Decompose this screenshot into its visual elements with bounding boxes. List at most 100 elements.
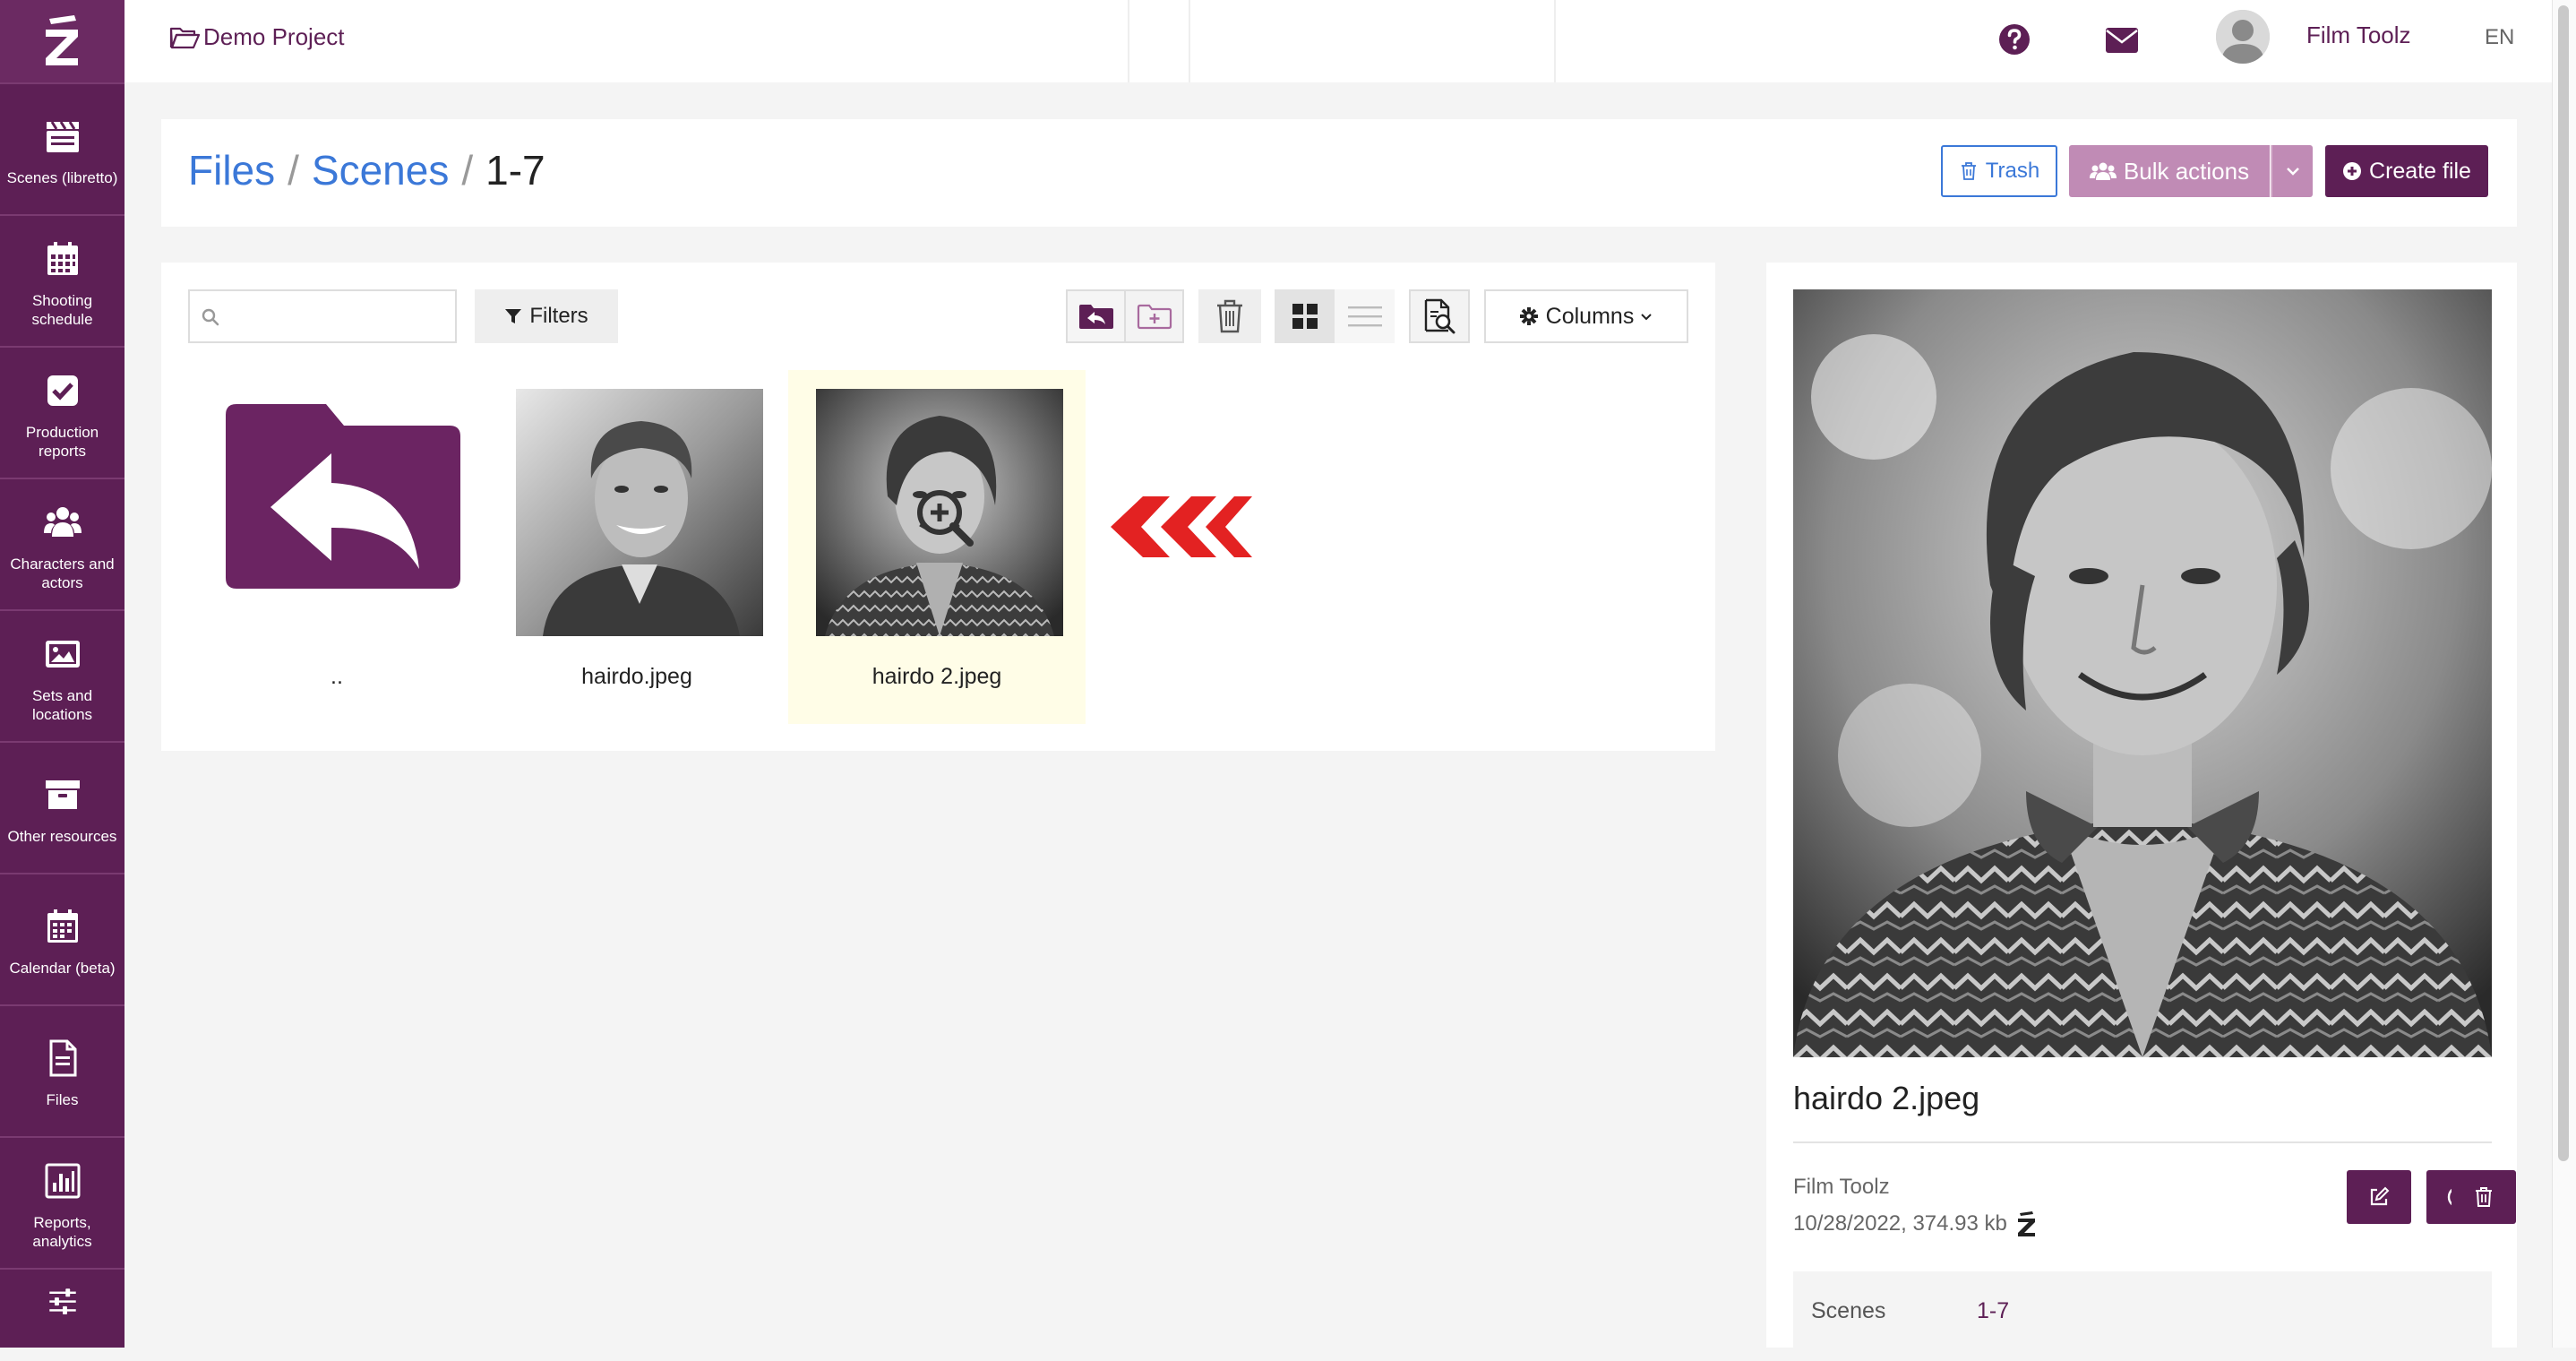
delete-button[interactable] (1198, 289, 1261, 343)
sidebar-item-files[interactable]: Files (0, 1004, 125, 1136)
sidebar-item-label: Sets and locations (31, 686, 93, 723)
sidebar-item-label: Scenes (libretto) (6, 169, 118, 186)
filters-label: Filters (529, 304, 588, 328)
preview-toggle-button[interactable] (1409, 289, 1470, 343)
file-tile-selected[interactable]: hairdo 2.jpeg (788, 370, 1086, 724)
folder-up-icon (226, 404, 460, 589)
create-file-button[interactable]: Create file (2325, 145, 2488, 197)
image-thumbnail (816, 389, 1063, 636)
calendar-grid-icon (47, 241, 78, 275)
file-icon (49, 1039, 76, 1077)
scenes-link[interactable]: 1-7 (1977, 1298, 2009, 1324)
breadcrumb-separator: / (288, 147, 299, 194)
sidebar-item-shooting-schedule[interactable]: Shooting schedule (0, 214, 125, 346)
filmtoolz-logo-icon (45, 15, 78, 65)
portrait-photo (816, 389, 1063, 636)
bulk-actions-dropdown-toggle[interactable] (2271, 145, 2313, 197)
bulk-actions-label: Bulk actions (2123, 157, 2250, 185)
folder-open-icon (169, 27, 200, 48)
new-folder-button[interactable] (1126, 291, 1182, 341)
file-search-icon (1424, 298, 1455, 334)
plus-circle-icon (2343, 162, 2362, 180)
file-name: hairdo.jpeg (581, 664, 692, 689)
parent-folder-button[interactable] (1068, 291, 1126, 341)
detail-owner: Film Toolz (1793, 1175, 1890, 1199)
sidebar-item-production-reports[interactable]: Production reports (0, 346, 125, 478)
trash-icon (2476, 1187, 2492, 1207)
bar-chart-icon (45, 1163, 80, 1198)
detail-meta: 10/28/2022, 374.93 kb (1793, 1210, 2038, 1237)
trash-label: Trash (1985, 159, 2040, 183)
avatar[interactable] (2216, 10, 2270, 64)
edit-button[interactable] (2347, 1170, 2411, 1224)
sidebar-item-reports[interactable]: Reports, analytics (0, 1136, 125, 1268)
archive-icon (45, 780, 80, 809)
columns-button[interactable]: Columns (1484, 289, 1688, 343)
divider (1793, 1141, 2492, 1143)
sidebar-item-label: Calendar (beta) (9, 960, 116, 977)
breadcrumb: Files / Scenes / 1-7 (188, 146, 545, 194)
logo[interactable] (0, 0, 125, 82)
image-icon (45, 640, 80, 668)
sidebar-item-characters[interactable]: Characters and actors (0, 478, 125, 609)
breadcrumb-scenes[interactable]: Scenes (312, 146, 449, 194)
grid-icon (1292, 304, 1318, 329)
sidebar-item-sets-locations[interactable]: Sets and locations (0, 609, 125, 741)
breadcrumb-separator: / (461, 147, 474, 194)
image-preview[interactable] (1793, 289, 2492, 1057)
search-field[interactable] (188, 289, 457, 343)
bulk-actions-button[interactable]: Bulk actions (2069, 145, 2270, 197)
file-tile[interactable]: hairdo.jpeg (488, 370, 786, 724)
search-icon (202, 308, 219, 326)
top-bar: Demo Project Film Toolz EN (125, 0, 2553, 82)
breadcrumb-current: 1-7 (485, 147, 545, 194)
page-header: Files / Scenes / 1-7 Trash Bulk actions … (161, 119, 2517, 227)
sidebar-item-other-resources[interactable]: Other resources (0, 741, 125, 873)
thumbnail (215, 370, 468, 639)
help-icon[interactable] (1998, 23, 2031, 56)
folder-plus-icon (1137, 304, 1172, 330)
image-thumbnail (516, 389, 763, 636)
sidebar-item-settings[interactable] (0, 1268, 125, 1331)
file-tile-parent-folder[interactable]: .. (188, 370, 485, 724)
sliders-icon (48, 1288, 76, 1314)
grid-view-button[interactable] (1275, 289, 1335, 343)
sidebar-item-label: Reports, analytics (32, 1213, 92, 1250)
chevron-down-icon (1641, 314, 1653, 321)
calendar-icon (47, 909, 78, 943)
sidebar-item-label: Files (46, 1091, 79, 1108)
user-name[interactable]: Film Toolz (2306, 22, 2411, 49)
language-selector[interactable]: EN (2485, 25, 2514, 50)
search-input[interactable] (229, 298, 448, 336)
checkbox-icon (47, 375, 78, 406)
folder-nav-group (1066, 289, 1184, 343)
divider (1128, 0, 1129, 82)
scrollbar[interactable] (2552, 0, 2576, 1348)
file-name: .. (331, 664, 343, 689)
list-view-button[interactable] (1335, 289, 1395, 343)
user-silhouette-icon (2216, 10, 2270, 64)
sidebar-item-calendar[interactable]: Calendar (beta) (0, 873, 125, 1004)
divider (1189, 0, 1190, 82)
columns-label: Columns (1545, 303, 1635, 329)
mail-icon[interactable] (2105, 27, 2139, 54)
project-selector[interactable]: Demo Project (169, 23, 345, 51)
portrait-photo (1793, 289, 2492, 1057)
filters-button[interactable]: Filters (475, 289, 618, 343)
delete-file-button[interactable] (2451, 1170, 2516, 1224)
breadcrumb-files[interactable]: Files (188, 146, 275, 194)
red-chevron-indicator-icon (1111, 496, 1252, 557)
divider (1554, 0, 1556, 82)
project-name: Demo Project (203, 23, 345, 50)
scrollbar-thumb[interactable] (2558, 5, 2569, 1161)
trash-button[interactable]: Trash (1941, 145, 2057, 197)
sidebar-item-label: Production reports (25, 423, 99, 460)
list-icon (1347, 306, 1382, 327)
scenes-label: Scenes (1811, 1298, 1886, 1323)
file-name: hairdo 2.jpeg (872, 664, 1002, 689)
filmtoolz-logo-icon (2017, 1211, 2035, 1236)
trash-icon (1961, 162, 1976, 180)
sidebar: Scenes (libretto) Shooting schedule Prod… (0, 0, 125, 1348)
file-detail-panel: hairdo 2.jpeg Film Toolz 10/28/2022, 374… (1766, 263, 2517, 1361)
sidebar-item-scenes[interactable]: Scenes (libretto) (0, 82, 125, 214)
